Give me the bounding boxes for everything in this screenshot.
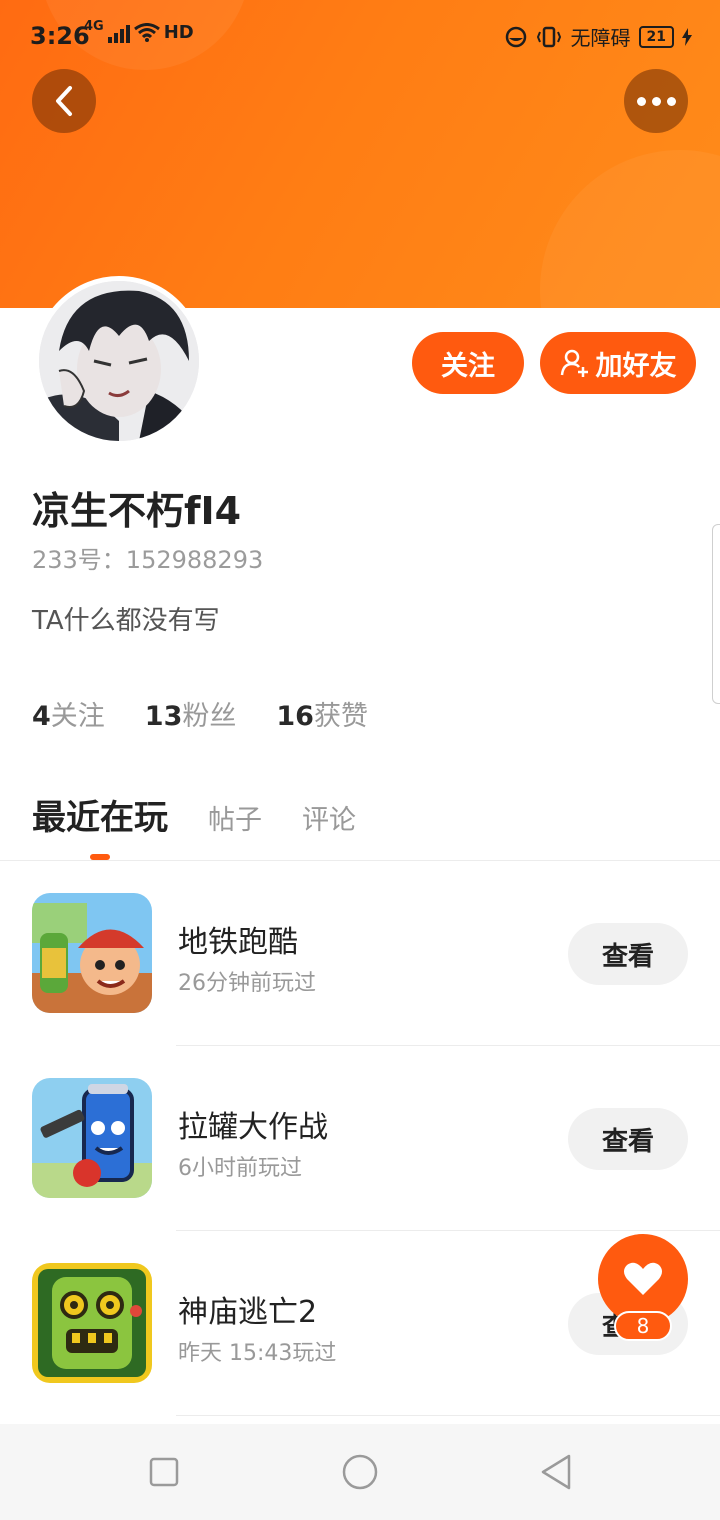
profile-stats: 4关注 13粉丝 16获赞 (32, 694, 368, 733)
temple-run-icon (32, 1263, 152, 1383)
game-played-time: 26分钟前玩过 (178, 971, 316, 996)
circle-icon (342, 1454, 378, 1490)
game-name: 拉罐大作战 (178, 1110, 328, 1145)
system-nav-bar (0, 1424, 720, 1520)
view-label: 查看 (601, 941, 654, 972)
can-battle-icon (32, 1078, 152, 1198)
bio: TA什么都没有写 (32, 606, 220, 636)
tab-posts[interactable]: 帖子 (208, 798, 262, 837)
game-played-time: 昨天 15:43玩过 (178, 1341, 337, 1366)
signal-icon (107, 23, 130, 43)
square-icon (149, 1457, 179, 1487)
add-friend-button[interactable]: 加好友 (540, 332, 696, 394)
avatar-illustration (39, 281, 199, 441)
vibrate-icon (536, 26, 561, 47)
more-dots-icon (636, 96, 676, 106)
game-name: 地铁跑酷 (178, 925, 298, 960)
add-user-icon (560, 349, 588, 377)
view-button[interactable]: 查看 (568, 923, 688, 985)
network-indicator: 4G HD (84, 19, 194, 43)
follow-label: 关注 (441, 350, 495, 382)
triangle-back-icon (541, 1454, 571, 1490)
battery-level: 21 (646, 28, 666, 45)
like-count-badge: 8 (614, 1311, 672, 1341)
status-right-group: 无障碍 21 (505, 22, 692, 51)
stat-following[interactable]: 4关注 (32, 694, 105, 733)
game-row[interactable]: 拉罐大作战 6小时前玩过 查看 (0, 1046, 720, 1231)
view-button[interactable]: 查看 (568, 1108, 688, 1170)
network-type: 4G (84, 19, 104, 34)
tab-comments[interactable]: 评论 (302, 798, 356, 837)
follow-button[interactable]: 关注 (412, 332, 524, 394)
side-drawer-handle[interactable] (712, 524, 720, 704)
row-divider (176, 1415, 720, 1416)
chevron-left-icon (56, 86, 72, 116)
tab-recently-played[interactable]: 最近在玩 (32, 790, 168, 839)
more-button[interactable] (624, 69, 688, 133)
home-button[interactable] (340, 1452, 380, 1492)
subway-surfers-icon (32, 893, 152, 1013)
add-friend-label: 加好友 (595, 350, 677, 382)
battery-icon: 21 (638, 25, 674, 48)
back-button[interactable] (32, 69, 96, 133)
recents-button[interactable] (144, 1452, 184, 1492)
game-row[interactable]: 地铁跑酷 26分钟前玩过 查看 (0, 861, 720, 1046)
game-name: 神庙逃亡2 (178, 1295, 318, 1330)
heart-icon (624, 1262, 662, 1295)
eye-comfort-icon (505, 26, 526, 47)
avatar[interactable] (34, 276, 204, 446)
profile-tabs: 最近在玩 帖子 评论 (32, 790, 356, 839)
wifi-icon (133, 22, 160, 42)
username: 凉生不朽fI4 (32, 489, 242, 533)
back-nav-button[interactable] (536, 1452, 576, 1492)
stat-followers[interactable]: 13粉丝 (145, 694, 237, 733)
status-time: 3:26 (30, 22, 90, 50)
user-id: 233号：152988293 (32, 546, 264, 574)
accessibility-label: 无障碍 (570, 26, 631, 50)
hd-badge: HD (163, 22, 194, 43)
view-label: 查看 (601, 1126, 654, 1157)
status-bar: 3:26 4G HD 无障碍 21 (0, 0, 720, 74)
stat-likes[interactable]: 16获赞 (276, 694, 368, 733)
game-played-time: 6小时前玩过 (178, 1156, 302, 1181)
charging-icon (682, 27, 692, 46)
